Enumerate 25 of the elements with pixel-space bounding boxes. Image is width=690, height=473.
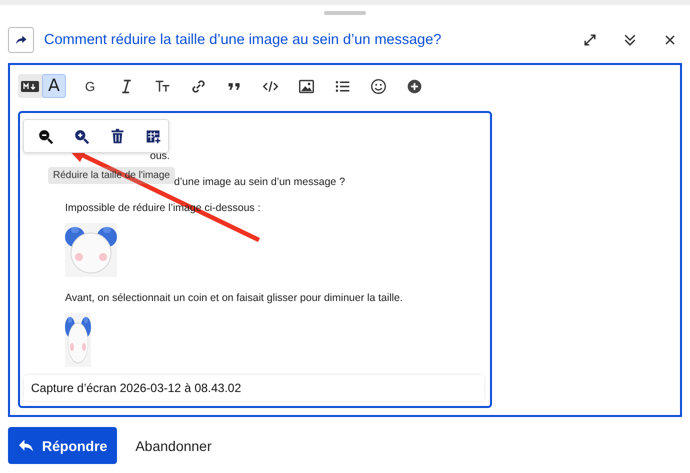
plus-icon (406, 78, 422, 94)
caption-field[interactable]: Capture d’écran 2026-03-12 à 08.43.02 (24, 375, 484, 401)
link-icon (190, 78, 206, 94)
paragraph: Avant, on sélectionnait un coin et on faisait glisser pour diminuer la taille. (65, 291, 403, 306)
expand-icon[interactable] (582, 32, 598, 48)
zoom-out-icon (36, 128, 54, 144)
image-icon (298, 78, 314, 94)
trash-icon (108, 128, 126, 144)
zoom-in-icon (72, 128, 90, 144)
reply-icon (18, 438, 34, 452)
reply-type-button[interactable] (8, 27, 34, 53)
table-icon (144, 128, 162, 144)
collapse-icon[interactable] (622, 32, 638, 48)
editor-preview[interactable] (18, 111, 492, 408)
bold-button[interactable]: G (72, 74, 108, 98)
cancel-button[interactable]: Abandonner (133, 438, 214, 454)
rich-text-toggle[interactable]: A (42, 74, 66, 98)
heading-icon (154, 78, 170, 94)
topic-title[interactable]: Comment réduire la taille d’une image au sein d’un message? (44, 32, 558, 48)
smiley-icon (370, 78, 386, 94)
markdown-icon (21, 80, 39, 92)
paragraph: ous. (150, 149, 170, 164)
drag-handle[interactable] (324, 11, 366, 15)
reply-button[interactable]: Répondre (8, 427, 118, 464)
paragraph: d’une image au sein d’un message ? (174, 175, 346, 190)
